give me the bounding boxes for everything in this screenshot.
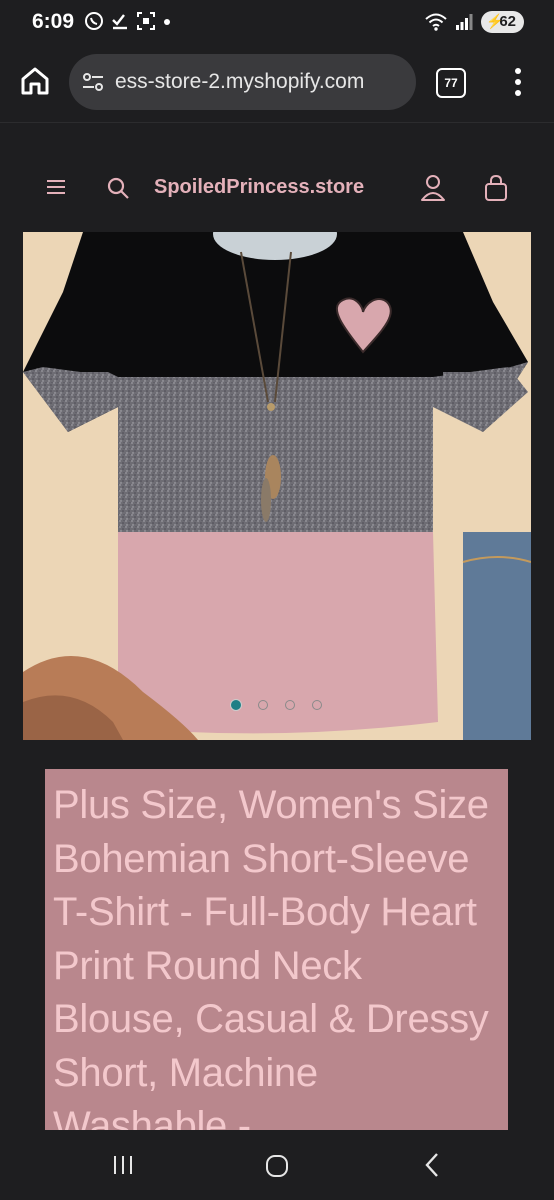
more-menu-icon[interactable] bbox=[512, 67, 524, 97]
dot-icon bbox=[164, 19, 170, 25]
account-icon[interactable] bbox=[420, 174, 446, 202]
home-nav-icon[interactable] bbox=[265, 1154, 289, 1178]
product-title-box: Plus Size, Women's Size Bohemian Short-S… bbox=[45, 769, 508, 1131]
carousel-dot-3[interactable] bbox=[285, 700, 295, 710]
whatsapp-icon bbox=[85, 12, 103, 30]
signal-icon bbox=[456, 14, 473, 30]
status-bar: 6:09 ⚡ 62 bbox=[0, 0, 554, 46]
site-settings-icon[interactable] bbox=[81, 70, 105, 94]
product-image[interactable] bbox=[23, 232, 531, 740]
store-header: SpoiledPrincess.store bbox=[0, 160, 554, 220]
product-photo bbox=[23, 232, 531, 740]
browser-toolbar: ess-store-2.myshopify.com 77 bbox=[0, 50, 554, 114]
status-time: 6:09 bbox=[32, 10, 75, 33]
toolbar-divider bbox=[0, 122, 554, 123]
screenshot-icon bbox=[137, 12, 155, 30]
hamburger-menu-icon[interactable] bbox=[46, 178, 66, 196]
battery-icon: ⚡ 62 bbox=[481, 11, 524, 33]
carousel-dot-4[interactable] bbox=[312, 700, 322, 710]
cart-icon[interactable] bbox=[483, 174, 509, 202]
wifi-icon bbox=[425, 13, 447, 31]
carousel-dot-1[interactable] bbox=[230, 699, 242, 711]
check-download-icon bbox=[112, 14, 127, 30]
tab-switcher-button[interactable]: 77 bbox=[436, 68, 466, 98]
recents-icon[interactable] bbox=[112, 1154, 134, 1176]
home-icon[interactable] bbox=[18, 64, 52, 98]
system-nav-bar bbox=[0, 1130, 554, 1200]
carousel-dot-2[interactable] bbox=[258, 700, 268, 710]
store-logo[interactable]: SpoiledPrincess.store bbox=[154, 176, 364, 199]
system-icons: ⚡ 62 bbox=[425, 11, 524, 33]
address-bar[interactable]: ess-store-2.myshopify.com bbox=[69, 54, 416, 110]
url-text[interactable]: ess-store-2.myshopify.com bbox=[115, 70, 415, 94]
search-icon[interactable] bbox=[106, 176, 130, 200]
product-title: Plus Size, Women's Size Bohemian Short-S… bbox=[53, 783, 489, 1131]
notification-icons bbox=[84, 11, 172, 31]
back-icon[interactable] bbox=[422, 1152, 442, 1178]
